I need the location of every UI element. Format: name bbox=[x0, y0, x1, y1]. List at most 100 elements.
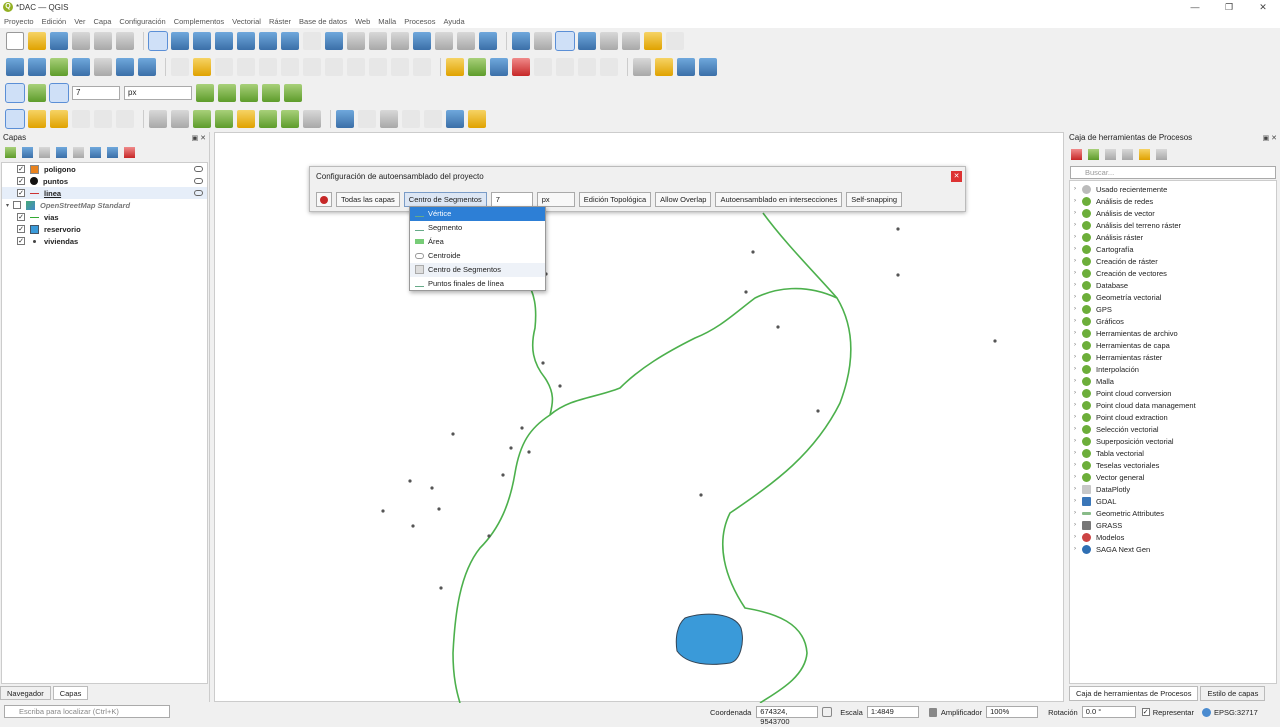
zoom-native-icon[interactable] bbox=[303, 32, 321, 50]
advanced-digitizing-icon[interactable] bbox=[284, 84, 302, 102]
tab-processing-toolbox[interactable]: Caja de herramientas de Procesos bbox=[1069, 686, 1199, 701]
menu-raster[interactable]: Ráster bbox=[269, 17, 291, 26]
attribute-table-icon[interactable] bbox=[534, 32, 552, 50]
expand-arrow-icon[interactable]: › bbox=[1074, 258, 1082, 264]
layer-checkbox[interactable]: ✓ bbox=[17, 213, 25, 221]
pan-to-selection-icon[interactable] bbox=[171, 32, 189, 50]
layer-checkbox[interactable]: ✓ bbox=[17, 237, 25, 245]
proc-item[interactable]: › Creación de vectores bbox=[1070, 267, 1276, 279]
expand-arrow-icon[interactable]: › bbox=[1074, 402, 1082, 408]
georeferencer-icon[interactable] bbox=[336, 110, 354, 128]
proc-item[interactable]: › Gráficos bbox=[1070, 315, 1276, 327]
add-raster-layer-icon[interactable] bbox=[72, 58, 90, 76]
expand-arrow-icon[interactable]: › bbox=[1074, 366, 1082, 372]
vivienda-point[interactable] bbox=[509, 446, 513, 450]
zoom-layer-icon[interactable] bbox=[281, 32, 299, 50]
select-by-value-icon[interactable] bbox=[28, 110, 46, 128]
vivienda-point[interactable] bbox=[816, 409, 820, 413]
remove-layer-icon[interactable] bbox=[124, 146, 135, 158]
proc-item[interactable]: › Vector general bbox=[1070, 471, 1276, 483]
select-features-icon[interactable] bbox=[600, 32, 618, 50]
layer-checkbox[interactable]: ✓ bbox=[17, 189, 25, 197]
add-mesh-layer-icon[interactable] bbox=[94, 58, 112, 76]
add-delimited-text-icon[interactable] bbox=[116, 58, 134, 76]
vivienda-point[interactable] bbox=[541, 361, 545, 365]
snap-option-middle[interactable]: Centro de Segmentos bbox=[410, 263, 545, 277]
snapping-magnet-icon[interactable] bbox=[5, 83, 25, 103]
settings-gear-icon[interactable] bbox=[666, 32, 684, 50]
vivienda-point[interactable] bbox=[558, 384, 562, 388]
expand-arrow-icon[interactable]: › bbox=[1074, 378, 1082, 384]
proc-item[interactable]: › Usado recientemente bbox=[1070, 183, 1276, 195]
menu-configuracion[interactable]: Configuración bbox=[119, 17, 165, 26]
vivienda-point[interactable] bbox=[439, 586, 443, 590]
expand-arrow-icon[interactable]: › bbox=[1074, 306, 1082, 312]
vivienda-point[interactable] bbox=[411, 524, 415, 528]
proc-item[interactable]: › Análisis ráster bbox=[1070, 231, 1276, 243]
lock-scale-icon[interactable] bbox=[928, 707, 937, 717]
proc-item[interactable]: › Point cloud conversion bbox=[1070, 387, 1276, 399]
delete-selected-icon[interactable] bbox=[303, 58, 321, 76]
layer-row-puntos[interactable]: ✓ puntos bbox=[2, 175, 207, 187]
snapping-layers-icon[interactable] bbox=[28, 84, 46, 102]
topological-editing-button[interactable]: Edición Topológica bbox=[578, 192, 652, 207]
print-layout-icon[interactable] bbox=[94, 32, 112, 50]
statistics-sigma-icon[interactable] bbox=[578, 32, 596, 50]
render-checkbox[interactable]: ✓ bbox=[1141, 708, 1150, 716]
undo-icon[interactable] bbox=[391, 58, 409, 76]
proc-item[interactable]: › Geometría vectorial bbox=[1070, 291, 1276, 303]
dialog-close-button[interactable]: ✕ bbox=[951, 171, 962, 182]
zoom-selection-icon[interactable] bbox=[259, 32, 277, 50]
show-bookmarks-icon[interactable] bbox=[435, 32, 453, 50]
refresh-icon[interactable] bbox=[479, 32, 497, 50]
expand-arrow-icon[interactable]: › bbox=[1074, 546, 1082, 552]
zoom-next-icon[interactable] bbox=[347, 32, 365, 50]
vivienda-point[interactable] bbox=[776, 325, 780, 329]
vivienda-point[interactable] bbox=[993, 339, 997, 343]
expand-arrow-icon[interactable]: › bbox=[1074, 270, 1082, 276]
layer-style-icon[interactable] bbox=[5, 146, 16, 158]
expand-arrow-icon[interactable]: › bbox=[1074, 510, 1082, 516]
dialog-tolerance-spinbox[interactable]: 7 bbox=[490, 192, 533, 207]
label-abc-icon[interactable] bbox=[446, 58, 464, 76]
python-console-icon[interactable] bbox=[655, 58, 673, 76]
snapping-toggle-button[interactable] bbox=[316, 192, 332, 207]
proc-item[interactable]: › Tabla vectorial bbox=[1070, 447, 1276, 459]
layer-checkbox[interactable]: ✓ bbox=[17, 225, 25, 233]
menu-web[interactable]: Web bbox=[355, 17, 370, 26]
proc-item[interactable]: › Herramientas de capa bbox=[1070, 339, 1276, 351]
coord-field[interactable]: 674324, 9543700 bbox=[756, 706, 819, 726]
visibility-icon[interactable] bbox=[194, 166, 203, 172]
proc-item[interactable]: › SAGA Next Gen bbox=[1070, 543, 1276, 555]
proc-item[interactable]: › GRASS bbox=[1070, 519, 1276, 531]
expand-arrow-icon[interactable]: › bbox=[1074, 198, 1082, 204]
dialog-units-select[interactable]: px bbox=[536, 192, 575, 207]
vertex-editor-icon[interactable] bbox=[215, 110, 233, 128]
new-map-view-icon[interactable] bbox=[369, 32, 387, 50]
manage-visibility-icon[interactable] bbox=[39, 146, 50, 158]
expand-arrow-icon[interactable]: › bbox=[1074, 450, 1082, 456]
change-label-icon[interactable] bbox=[600, 58, 618, 76]
allow-overlap-button[interactable]: Allow Overlap bbox=[655, 192, 712, 207]
split-feature-icon[interactable] bbox=[380, 110, 398, 128]
zoom-full-icon[interactable] bbox=[237, 32, 255, 50]
zoom-in-icon[interactable] bbox=[193, 32, 211, 50]
vivienda-point[interactable] bbox=[487, 534, 491, 538]
snap-intersections-icon[interactable] bbox=[218, 84, 236, 102]
layer-row-vias[interactable]: ✓ vias bbox=[2, 211, 207, 223]
plugin-globe-icon[interactable] bbox=[633, 58, 651, 76]
rotate-label-icon[interactable] bbox=[578, 58, 596, 76]
move-feature-icon[interactable] bbox=[259, 110, 277, 128]
expand-arrow-icon[interactable]: › bbox=[1074, 210, 1082, 216]
vivienda-point[interactable] bbox=[896, 273, 900, 277]
deselect-icon[interactable] bbox=[50, 110, 68, 128]
vivienda-point[interactable] bbox=[527, 450, 531, 454]
close-button[interactable]: ✕ bbox=[1246, 0, 1280, 14]
bookmark-icon[interactable] bbox=[413, 32, 431, 50]
layer-row-osm[interactable]: ▾ OpenStreetMap Standard bbox=[2, 199, 207, 211]
vivienda-point[interactable] bbox=[699, 493, 703, 497]
snap-option-segment[interactable]: Segmento bbox=[410, 221, 545, 235]
menu-ver[interactable]: Ver bbox=[74, 17, 85, 26]
panel-close-icon[interactable]: ▣ ✕ bbox=[192, 133, 206, 145]
text-annotation-icon[interactable] bbox=[149, 110, 167, 128]
